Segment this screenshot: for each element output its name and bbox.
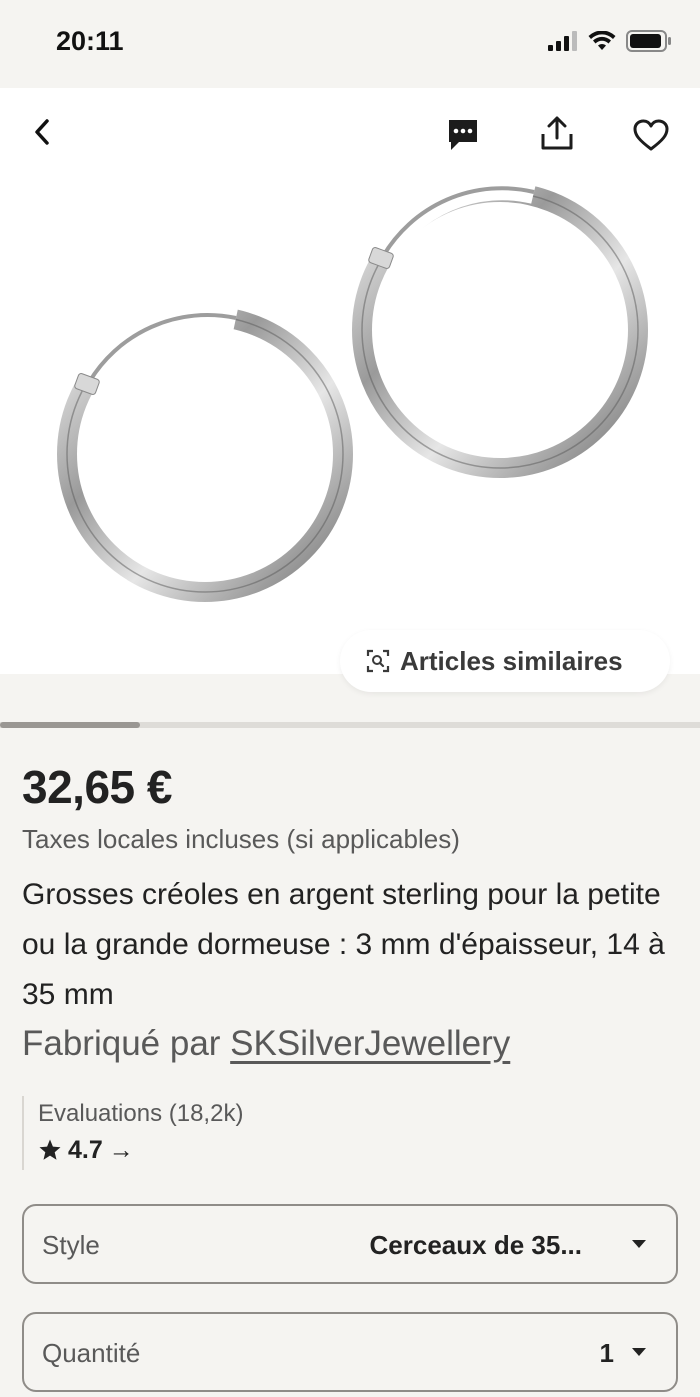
style-select[interactable]: Style Cerceaux de 35... [22,1204,678,1284]
wifi-icon [588,31,616,50]
gallery-progress-fill [0,722,140,728]
quantity-select[interactable]: Quantité 1 [22,1312,678,1392]
maker-line: Fabriqué par SKSilverJewellery [22,1024,510,1064]
share-icon [541,116,573,150]
style-label: Style [42,1230,100,1260]
status-icons [548,30,672,52]
heart-icon [633,119,669,151]
similar-items-button[interactable]: Articles similaires [340,630,670,692]
status-time: 20:11 [56,26,124,56]
shop-link[interactable]: SKSilverJewellery [230,1024,510,1063]
price: 32,65 € [22,761,172,813]
chevron-down-icon [632,1240,646,1248]
battery-icon [626,30,671,52]
reviews-label: Evaluations (18,2k) [38,1100,244,1127]
arrow-right-icon: → [108,1136,134,1164]
signal-icon [548,31,577,51]
reviews-rating-row: 4.7 → [38,1132,243,1168]
product-image-gallery[interactable] [0,88,700,674]
style-value: Cerceaux de 35... [369,1230,582,1260]
quantity-label: Quantité [42,1338,141,1368]
similar-items-label: Articles similaires [400,645,623,676]
quantity-value: 1 [599,1338,614,1368]
maker-prefix: Fabriqué par [22,1024,231,1063]
rating-value: 4.7 [68,1136,103,1164]
message-seller-button[interactable] [440,112,486,158]
favorite-button[interactable] [628,112,674,158]
tax-note: Taxes locales incluses (si applicables) [22,824,460,854]
chevron-down-icon [632,1348,646,1356]
reviews-summary[interactable]: Evaluations (18,2k) 4.7 → [22,1096,243,1170]
chat-bubble-icon [449,120,477,150]
chevron-left-icon [35,119,49,145]
listing-title: Grosses créoles en argent sterling pour … [22,878,665,1011]
product-image[interactable] [0,88,700,674]
star-icon [39,1139,61,1160]
gallery-progress-track [0,722,700,728]
visual-search-icon [366,649,390,673]
back-button[interactable] [22,112,62,152]
status-bar: 20:11 [0,0,700,88]
share-button[interactable] [534,110,580,156]
